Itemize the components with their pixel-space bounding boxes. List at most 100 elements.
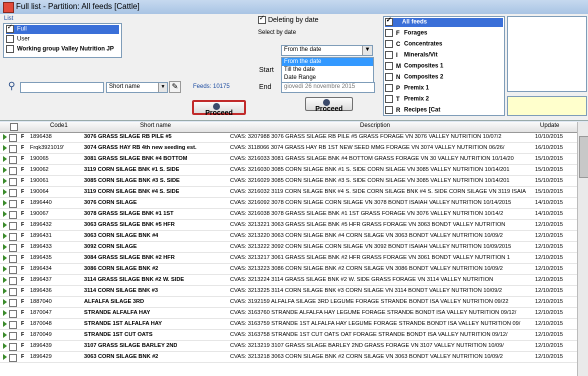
date-mode-select[interactable]: From the date ▼ (281, 45, 373, 56)
row-checkbox[interactable] (9, 178, 17, 186)
row-checkbox[interactable] (9, 332, 17, 340)
table-row[interactable]: F 190067 3078 GRASS SILAGE BNK #1 1ST CVAS:… (0, 210, 578, 220)
checkbox[interactable] (385, 73, 393, 81)
table-row[interactable]: F 1896433 3092 CORN SILAGE CVAS: 3213222 30… (0, 243, 578, 253)
row-checkbox[interactable] (9, 266, 17, 274)
table-row[interactable]: F 1896435 3084 GRASS SILAGE BNK #2 HFR CVAS… (0, 254, 578, 264)
table-row[interactable]: F Frqk3921019' 3074 GRASS HAY RB 4th new s… (0, 144, 578, 154)
row-checkbox[interactable] (9, 244, 17, 252)
chevron-down-icon[interactable]: ▼ (362, 46, 372, 55)
table-row[interactable]: F 1896431 3063 CORN SILAGE BNK #4 CVAS: 321… (0, 232, 578, 242)
category-item-concentrates[interactable]: C Concentrates (385, 40, 442, 49)
table-row[interactable]: F 1896437 3114 GRASS SILAGE BNK #2 W. SIDE… (0, 276, 578, 286)
category-item-premix-2[interactable]: T Premix 2 (385, 95, 429, 104)
row-short-name: 3107 GRASS SILAGE BARLEY 2ND (84, 343, 178, 349)
row-checkbox[interactable] (9, 299, 17, 307)
row-type: F (21, 167, 25, 173)
table-row[interactable]: F 1896439 3107 GRASS SILAGE BARLEY 2ND CVAS… (0, 342, 578, 352)
row-checkbox[interactable] (9, 288, 17, 296)
table-row[interactable]: F 1870049 STRANDE 1ST CUT OATS CVAS: 316375… (0, 331, 578, 341)
table-row[interactable]: F 1896434 3086 CORN SILAGE BNK #2 CVAS: 321… (0, 265, 578, 275)
row-checkbox[interactable] (9, 167, 17, 175)
table-row[interactable]: F 1896432 3063 GRASS SILAGE BNK #5 HFR CVAS… (0, 221, 578, 231)
search-input[interactable] (20, 82, 104, 93)
row-checkbox[interactable] (9, 189, 17, 197)
row-checkbox[interactable] (9, 134, 17, 142)
search-icon[interactable]: ⚲ (8, 81, 15, 92)
category-item-composites-2[interactable]: N Composites 2 (385, 73, 443, 82)
proceed-button-right[interactable]: Proceed (305, 97, 353, 113)
row-description: CVAS: 3213221 3063 GRASS SILAGE BNK #5 H… (230, 222, 506, 228)
row-checkbox[interactable] (9, 255, 17, 263)
checkbox[interactable] (385, 51, 393, 59)
checkbox[interactable] (385, 62, 393, 70)
table-row[interactable]: F 190061 3085 CORN SILAGE BNK #3 S. SIDE CV… (0, 177, 578, 187)
option-till-date[interactable]: Till the date (282, 66, 373, 74)
table-row[interactable]: F 190064 3119 CORN SILAGE BNK #4 S. SIDE CV… (0, 188, 578, 198)
category-list[interactable]: All feeds FForages CConcentrates IMinera… (383, 16, 505, 116)
category-item-minerals[interactable]: I Minerals/Vit (385, 51, 438, 60)
table-row[interactable]: F 1896429 3063 CORN SILAGE BNK #2 CVAS: 321… (0, 353, 578, 363)
row-checkbox[interactable] (9, 145, 17, 153)
option-from-date[interactable]: From the date (282, 58, 373, 66)
column-code[interactable]: Code1 (50, 123, 68, 129)
table-row[interactable]: F 1870048 STRANDE 1ST ALFALFA HAY CVAS: 316… (0, 320, 578, 330)
row-code: 1896437 (30, 277, 52, 283)
row-checkbox[interactable] (9, 354, 17, 362)
grid-scrollbar[interactable] (577, 122, 588, 376)
table-row[interactable]: F 1896436 3114 CORN SILAGE BNK #3 CVAS: 321… (0, 287, 578, 297)
checkbox[interactable] (6, 23, 14, 33)
sort-select[interactable]: Short name ▼ (106, 82, 168, 93)
row-code: 1896432 (30, 222, 52, 228)
end-date-field[interactable]: giovedì 26 novembre 2015 (281, 82, 375, 93)
column-short-name[interactable]: Short name (140, 123, 171, 129)
chevron-down-icon[interactable]: ▼ (158, 83, 167, 92)
row-arrow-icon (3, 321, 7, 327)
row-checkbox[interactable] (9, 156, 17, 164)
list-box[interactable]: Full User Working group Valley Nutrition… (3, 23, 122, 58)
deleting-by-date[interactable]: ✓ Deleting by date (258, 15, 319, 24)
option-date-range[interactable]: Date Range (282, 74, 373, 82)
scrollbar-thumb[interactable] (579, 136, 588, 178)
table-row[interactable]: F 1870047 STRANDE ALFALFA HAY CVAS: 3163760… (0, 309, 578, 319)
edit-icon[interactable]: ✎ (169, 81, 181, 93)
list-item-user[interactable]: User (6, 35, 30, 44)
table-row[interactable]: F 1896438 3076 GRASS SILAGE RB PILE #5 CVAS… (0, 133, 578, 143)
table-row[interactable]: F 190065 3081 GRASS SILAGE BNK #4 BOTTOM CV… (0, 155, 578, 165)
table-row[interactable]: F 1887040 ALFALFA SILAGE 3RD CVAS: 3192159 … (0, 298, 578, 308)
row-description: CVAS: 3216033 3081 GRASS SILAGE BNK #4 B… (230, 156, 514, 162)
column-description[interactable]: Description (360, 123, 390, 129)
category-item-premix-1[interactable]: P Premix 1 (385, 84, 429, 93)
category-item-all-feeds[interactable]: All feeds (385, 16, 503, 27)
table-row[interactable]: F 1896440 3076 CORN SILAGE CVAS: 3216092 30… (0, 199, 578, 209)
category-item-forages[interactable]: F Forages (385, 29, 427, 38)
deleting-checkbox[interactable]: ✓ (258, 15, 266, 24)
row-checkbox[interactable] (9, 277, 17, 285)
row-checkbox[interactable] (9, 310, 17, 318)
row-checkbox[interactable] (9, 321, 17, 329)
table-row[interactable]: F 190062 3119 CORN SILAGE BNK #1 S. SIDE CV… (0, 166, 578, 176)
list-item-working-group[interactable]: Working group Valley Nutrition JP (6, 45, 114, 54)
checkbox[interactable] (385, 106, 393, 114)
notes-box[interactable] (507, 16, 587, 92)
row-checkbox[interactable] (9, 211, 17, 219)
proceed-button-left[interactable]: Proceed (192, 100, 246, 117)
checkbox[interactable] (385, 40, 393, 48)
checkbox[interactable] (6, 35, 14, 43)
row-short-name: 3063 CORN SILAGE BNK #2 (84, 354, 159, 360)
row-checkbox[interactable] (9, 343, 17, 351)
category-item-recipes[interactable]: R Recipes [Cat (385, 106, 440, 115)
row-checkbox[interactable] (9, 233, 17, 241)
checkbox[interactable] (385, 95, 393, 103)
row-checkbox[interactable] (9, 222, 17, 230)
select-all-checkbox[interactable] (10, 123, 18, 131)
row-checkbox[interactable] (9, 200, 17, 208)
category-item-composites-1[interactable]: M Composites 1 (385, 62, 443, 71)
checkbox[interactable] (385, 29, 393, 37)
checkbox[interactable] (385, 16, 393, 26)
column-update[interactable]: Update (540, 123, 559, 129)
checkbox[interactable] (6, 45, 14, 53)
list-item-full[interactable]: Full (6, 23, 119, 34)
row-short-name: 3076 GRASS SILAGE RB PILE #5 (84, 134, 172, 140)
checkbox[interactable] (385, 84, 393, 92)
